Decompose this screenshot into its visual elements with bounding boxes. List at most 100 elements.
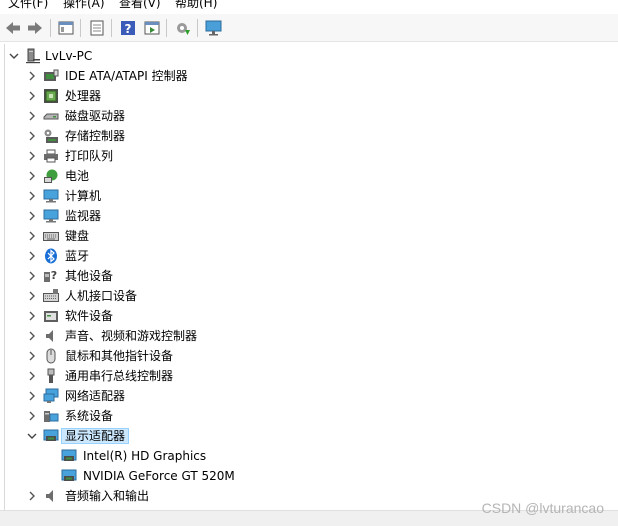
back-button[interactable] (4, 19, 22, 37)
chevron-right-icon[interactable] (25, 369, 39, 383)
tree-item-label: 处理器 (65, 89, 102, 103)
chevron-right-icon[interactable] (25, 169, 39, 183)
tree-item-keyboards[interactable]: 键盘 (5, 226, 615, 246)
tree-item-monitors[interactable]: 监视器 (5, 206, 615, 226)
chevron-right-icon[interactable] (25, 329, 39, 343)
tree-item-hid[interactable]: 人机接口设备 (5, 286, 615, 306)
battery-icon (43, 168, 59, 184)
back-arrow-icon (6, 22, 20, 34)
svg-text:?: ? (125, 22, 132, 36)
show-console-tree-button[interactable] (57, 19, 75, 37)
chevron-right-icon[interactable] (25, 389, 39, 403)
tree-item-other-devices[interactable]: ? 其他设备 (5, 266, 615, 286)
chevron-right-icon[interactable] (25, 89, 39, 103)
chevron-right-icon[interactable] (25, 209, 39, 223)
chevron-right-icon[interactable] (25, 129, 39, 143)
processor-icon (43, 88, 59, 104)
ide-controller-icon (43, 68, 59, 84)
monitor-icon (43, 208, 59, 224)
toolbar-separator (111, 19, 112, 37)
chevron-right-icon[interactable] (25, 109, 39, 123)
menu-action[interactable]: 操作(A) (63, 0, 105, 11)
chevron-right-icon[interactable] (25, 289, 39, 303)
tree-item-label: 监视器 (65, 209, 102, 223)
tree-item-label: 通用串行总线控制器 (65, 369, 174, 383)
tree-item-print-queues[interactable]: 打印队列 (5, 146, 615, 166)
chevron-right-icon[interactable] (25, 309, 39, 323)
chevron-right-icon[interactable] (25, 269, 39, 283)
chevron-right-icon[interactable] (25, 229, 39, 243)
tree-item-network-adapters[interactable]: 网络适配器 (5, 386, 615, 406)
disk-drive-icon (43, 108, 59, 124)
tree-item-system-devices[interactable]: 系统设备 (5, 406, 615, 426)
tree-item-label: 磁盘驱动器 (65, 109, 126, 123)
tree-item-bluetooth[interactable]: 蓝牙 (5, 246, 615, 266)
menu-bar: 文件(F) 操作(A) 查看(V) 帮助(H) (0, 0, 618, 12)
chevron-right-icon[interactable] (25, 249, 39, 263)
update-driver-icon (177, 23, 190, 35)
computer-monitor-icon (43, 188, 59, 204)
tree-item-storage-controllers[interactable]: 存储控制器 (5, 126, 615, 146)
tree-item-software-devices[interactable]: 软件设备 (5, 306, 615, 326)
menu-file[interactable]: 文件(F) (8, 0, 48, 11)
toolbar-separator (166, 19, 167, 37)
tree-child-intel-hd-graphics[interactable]: Intel(R) HD Graphics (5, 446, 615, 466)
tree-root-row[interactable]: LvLv-PC (5, 46, 615, 66)
chevron-right-icon[interactable] (25, 69, 39, 83)
tree-item-label: IDE ATA/ATAPI 控制器 (65, 69, 188, 83)
toolbar-separator (80, 19, 81, 37)
usb-icon (43, 368, 59, 384)
action-pane-icon (144, 21, 160, 35)
tree-item-label: 其他设备 (65, 269, 114, 283)
help-button[interactable]: ? (119, 19, 137, 37)
monitor-scan-icon (205, 20, 222, 36)
tree-item-label: Intel(R) HD Graphics (83, 449, 207, 463)
tree-item-label: 鼠标和其他指针设备 (65, 349, 174, 363)
chevron-right-icon[interactable] (25, 189, 39, 203)
printer-icon (43, 148, 59, 164)
other-devices-icon: ? (43, 268, 59, 284)
tree-item-computer[interactable]: 计算机 (5, 186, 615, 206)
forward-button[interactable] (26, 19, 44, 37)
tree-item-label: 蓝牙 (65, 249, 90, 263)
tree-item-label: 音频输入和输出 (65, 489, 150, 503)
chevron-right-icon[interactable] (25, 409, 39, 423)
computer-tower-icon (25, 48, 41, 64)
tree-item-mice[interactable]: 鼠标和其他指针设备 (5, 346, 615, 366)
scan-hardware-button[interactable] (205, 19, 223, 37)
action-pane-button[interactable] (143, 19, 161, 37)
chevron-right-icon[interactable] (25, 349, 39, 363)
help-icon: ? (121, 21, 135, 36)
tree-item-batteries[interactable]: 电池 (5, 166, 615, 186)
tree-item-label: NVIDIA GeForce GT 520M (83, 469, 235, 483)
forward-arrow-icon (28, 22, 42, 34)
tree-item-label: 显示适配器 (60, 428, 130, 444)
chevron-right-icon[interactable] (25, 149, 39, 163)
menu-help[interactable]: 帮助(H) (175, 0, 217, 11)
bluetooth-icon (43, 248, 59, 264)
toolbar-separator (197, 19, 198, 37)
tree-item-display-adapters[interactable]: 显示适配器 (5, 426, 615, 446)
tree-item-ide-ata-atapi[interactable]: IDE ATA/ATAPI 控制器 (5, 66, 615, 86)
tree-item-label: 网络适配器 (65, 389, 126, 403)
update-driver-button[interactable] (174, 19, 192, 37)
display-adapter-icon (61, 468, 77, 484)
hid-icon (43, 288, 59, 304)
menu-view[interactable]: 查看(V) (119, 0, 161, 11)
display-adapter-icon (43, 428, 59, 444)
tree-item-label: 键盘 (65, 229, 90, 243)
tree-item-sound-video-game[interactable]: 声音、视频和游戏控制器 (5, 326, 615, 346)
watermark: CSDN @lvturancao (481, 500, 604, 516)
chevron-down-icon[interactable] (7, 49, 21, 63)
software-device-icon (43, 308, 59, 324)
tree-item-processor[interactable]: 处理器 (5, 86, 615, 106)
tree-item-usb-controllers[interactable]: 通用串行总线控制器 (5, 366, 615, 386)
properties-button[interactable] (88, 19, 106, 37)
mouse-icon (43, 348, 59, 364)
tree-child-nvidia-geforce[interactable]: NVIDIA GeForce GT 520M (5, 466, 615, 486)
chevron-right-icon[interactable] (25, 489, 39, 503)
tree-item-disk-drives[interactable]: 磁盘驱动器 (5, 106, 615, 126)
chevron-down-icon[interactable] (25, 429, 39, 443)
speaker-icon (43, 328, 59, 344)
tree-item-label: 计算机 (65, 189, 102, 203)
